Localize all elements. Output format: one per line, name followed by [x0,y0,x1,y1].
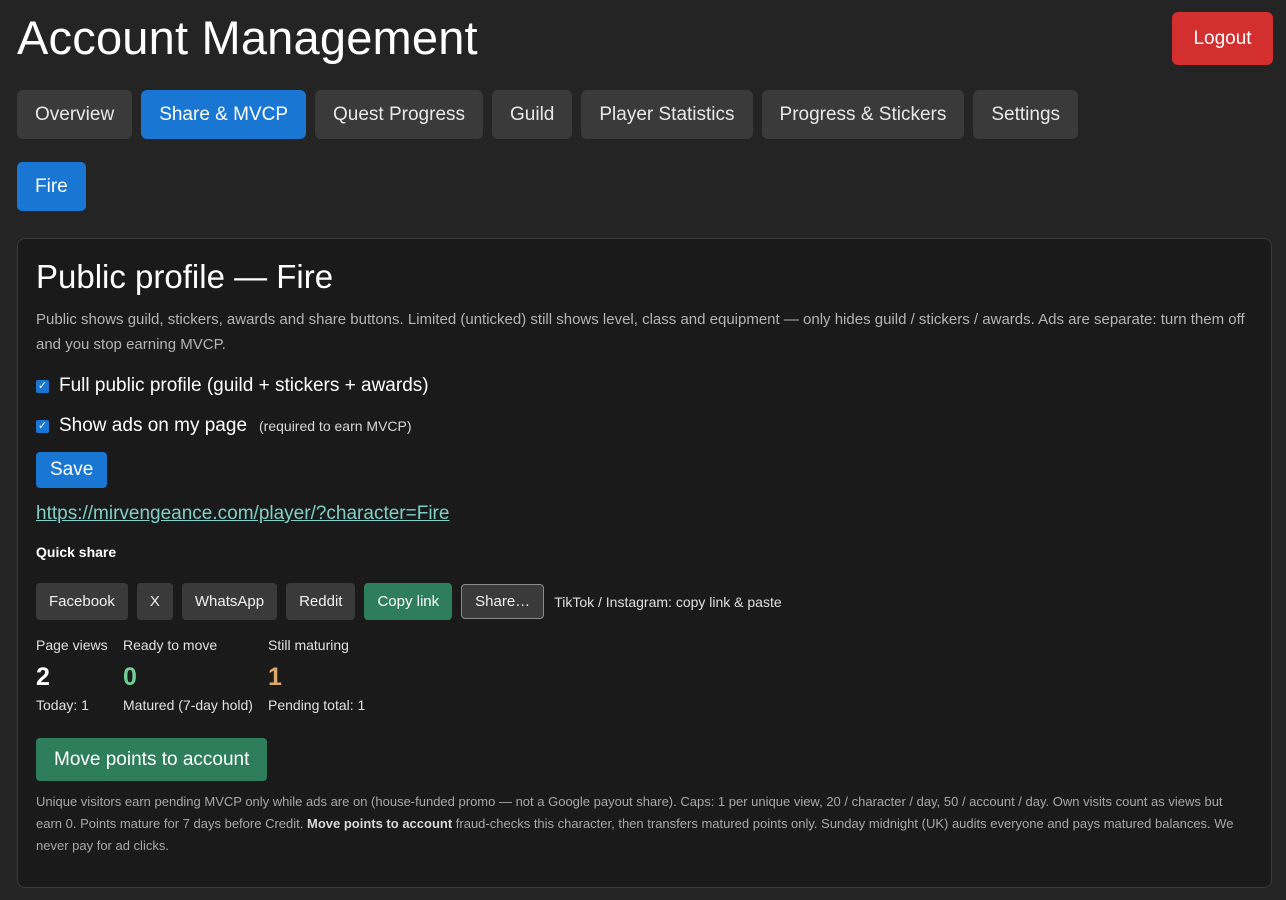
stat-still-maturing: Still maturing 1 Pending total: 1 [268,637,365,713]
quick-share-heading: Quick share [36,544,117,560]
stat-ready-to-move: Ready to move 0 Matured (7-day hold) [123,637,253,713]
stat-page-views-sub: Today: 1 [36,697,89,713]
tab-share-mvcp[interactable]: Share & MVCP [141,90,307,139]
full-public-checkbox[interactable]: ✓ [36,379,49,393]
share-buttons-row: Facebook X WhatsApp Reddit Copy link Sha… [36,583,782,620]
profile-link[interactable]: https://mirvengeance.com/player/?charact… [36,503,449,525]
native-share-button[interactable]: Share… [461,584,545,619]
share-facebook-button[interactable]: Facebook [36,583,128,620]
share-reddit-button[interactable]: Reddit [286,583,356,620]
stat-page-views-label: Page views [36,637,108,653]
stat-ready-sub: Matured (7-day hold) [123,697,253,713]
stat-ready-value: 0 [123,663,137,691]
show-ads-note: (required to earn MVCP) [259,418,412,434]
profile-description: Public shows guild, stickers, awards and… [36,311,1245,353]
page-title: Account Management [17,11,478,64]
stat-page-views-value: 2 [36,663,50,691]
stat-maturing-label: Still maturing [268,637,349,653]
save-button[interactable]: Save [36,452,108,488]
tab-player-statistics[interactable]: Player Statistics [581,90,753,139]
share-whatsapp-button[interactable]: WhatsApp [181,583,278,620]
stat-page-views: Page views 2 Today: 1 [36,637,108,713]
stat-maturing-sub: Pending total: 1 [268,697,366,713]
full-public-profile-option[interactable]: ✓ Full public profile (guild + stickers … [36,375,429,397]
show-ads-option[interactable]: ✓ Show ads on my page (required to earn … [36,415,412,437]
logout-button[interactable]: Logout [1172,12,1273,65]
footnote-bold: Move points to account [306,816,453,831]
mvcp-footnote: Unique visitors earn pending MVCP only w… [36,791,1236,857]
tab-overview[interactable]: Overview [17,90,133,139]
full-public-label: Full public profile (guild + stickers + … [59,375,429,396]
show-ads-label: Show ads on my page [59,415,248,436]
tab-bar: Overview Share & MVCP Quest Progress Gui… [17,90,1079,139]
move-points-button[interactable]: Move points to account [36,738,268,781]
show-ads-checkbox[interactable]: ✓ [36,419,49,433]
stat-maturing-value: 1 [268,663,282,691]
share-x-button[interactable]: X [136,583,173,620]
tab-settings[interactable]: Settings [973,90,1079,139]
tab-progress-stickers[interactable]: Progress & Stickers [761,90,965,139]
stat-ready-label: Ready to move [123,637,218,653]
public-profile-card: Public profile — Fire Public shows guild… [17,238,1272,888]
share-hint: TikTok / Instagram: copy link & paste [554,593,782,610]
card-title: Public profile — Fire [36,258,334,295]
tab-quest-progress[interactable]: Quest Progress [315,90,484,139]
tab-guild[interactable]: Guild [492,90,573,139]
character-fire-button[interactable]: Fire [17,162,86,211]
copy-link-button[interactable]: Copy link [364,583,453,620]
